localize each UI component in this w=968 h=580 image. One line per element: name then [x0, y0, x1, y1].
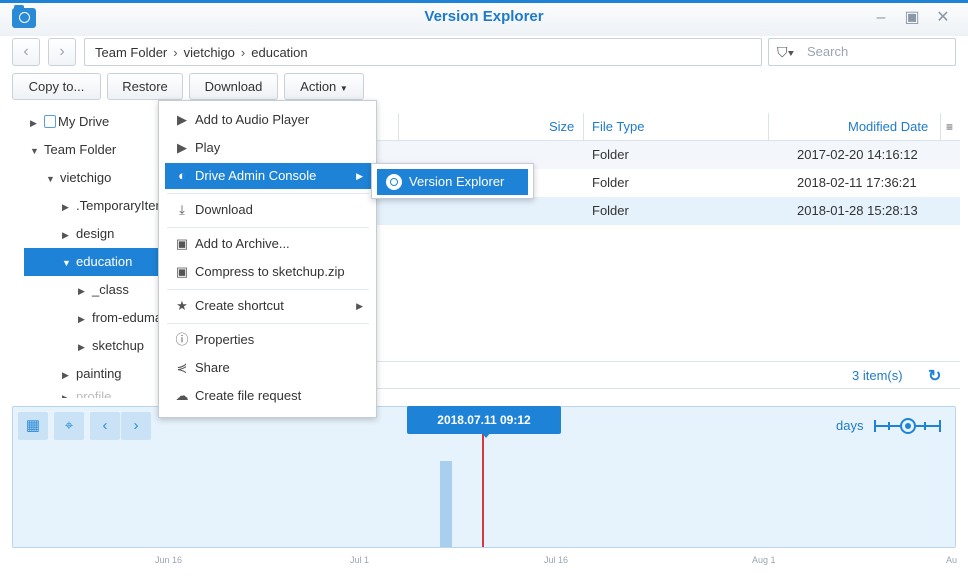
tree-item-profile[interactable]: ▶ profile	[24, 388, 160, 398]
modified-date-cell: 2017-02-20 14:16:12	[797, 147, 918, 162]
archive-icon: ▣	[175, 236, 189, 251]
column-size[interactable]: Size	[549, 113, 574, 141]
share-icon: ⋞	[176, 360, 188, 375]
breadcrumb-item[interactable]: vietchigo	[184, 45, 235, 60]
submenu-arrow-icon: ▶	[356, 171, 363, 181]
menu-item-compress[interactable]: ▣ Compress to sketchup.zip	[165, 259, 371, 285]
tree-item-my-drive[interactable]: ▶ My Drive	[24, 108, 160, 136]
tree-item-from-edumall[interactable]: ▶from-edumall	[24, 304, 160, 332]
menu-item-download[interactable]: ⤓ Download	[165, 197, 371, 223]
version-bar[interactable]	[440, 461, 452, 547]
search-input[interactable]: ⛉▾ Search	[768, 38, 956, 66]
menu-item-drive-admin-console[interactable]: ◐ Drive Admin Console ▶	[165, 163, 371, 189]
expand-arrow-icon[interactable]: ▼	[46, 165, 60, 193]
download-button[interactable]: Download	[189, 73, 278, 100]
forward-button[interactable]: ›	[48, 38, 76, 66]
column-modified-date[interactable]: Modified Date	[848, 113, 928, 141]
scale-label: days	[836, 418, 864, 433]
timeline-marker[interactable]	[482, 434, 484, 547]
chevron-right-icon: ›	[240, 45, 246, 60]
file-type-cell: Folder	[592, 175, 629, 190]
modified-date-cell: 2018-02-11 17:36:21	[797, 175, 917, 190]
search-placeholder: Search	[807, 44, 849, 59]
timeline-prev-button[interactable]: ‹	[90, 412, 120, 440]
menu-item-create-shortcut[interactable]: ★ Create shortcut ▶	[165, 293, 371, 319]
play-icon: ▶	[177, 112, 187, 127]
expand-arrow-icon[interactable]: ▶	[62, 389, 76, 398]
tree-item-vietchigo[interactable]: ▼ vietchigo	[24, 164, 160, 192]
menu-item-share[interactable]: ⋞ Share	[165, 355, 371, 381]
timeline-current-date[interactable]: 2018.07.11 09:12	[407, 406, 561, 434]
close-icon[interactable]: ✕	[934, 9, 952, 27]
tree-item-painting[interactable]: ▶ painting	[24, 360, 160, 388]
drive-icon	[44, 115, 56, 128]
expand-arrow-icon[interactable]: ▶	[62, 193, 76, 220]
context-menu: ▶ Add to Audio Player ▶ Play ◐ Drive Admin …	[158, 100, 377, 418]
expand-arrow-icon[interactable]: ▶	[30, 109, 44, 137]
expand-arrow-icon[interactable]: ▶	[62, 221, 76, 249]
timeline-tick: Jul 16	[544, 555, 569, 565]
minimize-icon[interactable]: –	[872, 9, 890, 27]
action-button[interactable]: Action ▼	[284, 73, 364, 100]
maximize-icon[interactable]: ▣	[903, 9, 921, 27]
tree-item-team-folder[interactable]: ▼ Team Folder	[24, 136, 160, 164]
tree-item-temporaryitems[interactable]: ▶.TemporaryItems	[24, 192, 160, 220]
cloud-upload-icon: ☁	[175, 388, 189, 403]
menu-item-play[interactable]: ▶ Play	[165, 135, 371, 161]
menu-item-version-explorer[interactable]: Version Explorer	[377, 169, 528, 195]
file-type-cell: Folder	[592, 147, 629, 162]
window-title: Version Explorer	[424, 8, 544, 25]
expand-arrow-icon[interactable]: ▶	[78, 333, 92, 361]
locate-icon[interactable]: ⌖	[54, 412, 84, 440]
breadcrumb-item[interactable]: Team Folder	[95, 45, 167, 60]
timeline-next-button[interactable]: ›	[121, 412, 151, 440]
menu-item-add-to-audio-player[interactable]: ▶ Add to Audio Player	[165, 107, 371, 133]
tree-item-education[interactable]: ▼ education	[24, 248, 160, 276]
breadcrumb[interactable]: Team Folder › vietchigo › education	[84, 38, 762, 66]
expand-arrow-icon[interactable]: ▼	[30, 137, 44, 165]
menu-item-add-to-archive[interactable]: ▣ Add to Archive...	[165, 231, 371, 257]
column-menu-icon[interactable]: ≡	[946, 113, 953, 141]
filter-icon[interactable]: ⛉▾	[777, 44, 794, 61]
refresh-icon[interactable]: ↻	[928, 366, 941, 386]
calendar-icon[interactable]: ▦	[18, 412, 48, 440]
column-file-type[interactable]: File Type	[592, 113, 645, 141]
expand-arrow-icon[interactable]: ▶	[78, 305, 92, 332]
expand-arrow-icon[interactable]: ▶	[78, 277, 92, 305]
copy-to-button[interactable]: Copy to...	[12, 73, 101, 100]
play-icon: ▶	[177, 140, 187, 155]
info-icon: ⓘ	[175, 332, 189, 347]
timeline-tick: Au	[946, 555, 958, 565]
menu-item-create-file-request[interactable]: ☁ Create file request	[165, 383, 371, 409]
timeline-tick: Aug 1	[752, 555, 776, 565]
breadcrumb-item[interactable]: education	[251, 45, 307, 60]
tree-item-sketchup[interactable]: ▶ sketchup	[24, 332, 160, 360]
menu-item-properties[interactable]: ⓘ Properties	[165, 327, 371, 353]
submenu-arrow-icon: ▶	[356, 301, 363, 311]
archive-icon: ▣	[175, 264, 189, 279]
restore-button[interactable]: Restore	[107, 73, 183, 100]
tree-item-class[interactable]: ▶ _class	[24, 276, 160, 304]
timeline-pointer	[481, 432, 491, 438]
chevron-right-icon: ›	[173, 45, 178, 60]
version-explorer-icon	[386, 174, 402, 190]
file-type-cell: Folder	[592, 203, 629, 218]
drive-icon: ◐	[178, 168, 186, 183]
download-icon: ⤓	[179, 202, 185, 217]
timeline-tick: Jun 16	[155, 555, 183, 565]
expand-arrow-icon[interactable]: ▼	[62, 249, 76, 277]
timeline-tick: Jul 1	[350, 555, 370, 565]
caret-down-icon: ▼	[339, 84, 348, 93]
back-button[interactable]: ‹	[12, 38, 40, 66]
star-icon: ★	[176, 298, 188, 313]
item-count: 3 item(s)	[852, 368, 903, 383]
expand-arrow-icon[interactable]: ▶	[62, 361, 76, 389]
modified-date-cell: 2018-01-28 15:28:13	[797, 203, 918, 218]
tree-item-design[interactable]: ▶ design	[24, 220, 160, 248]
submenu: Version Explorer	[371, 163, 534, 199]
